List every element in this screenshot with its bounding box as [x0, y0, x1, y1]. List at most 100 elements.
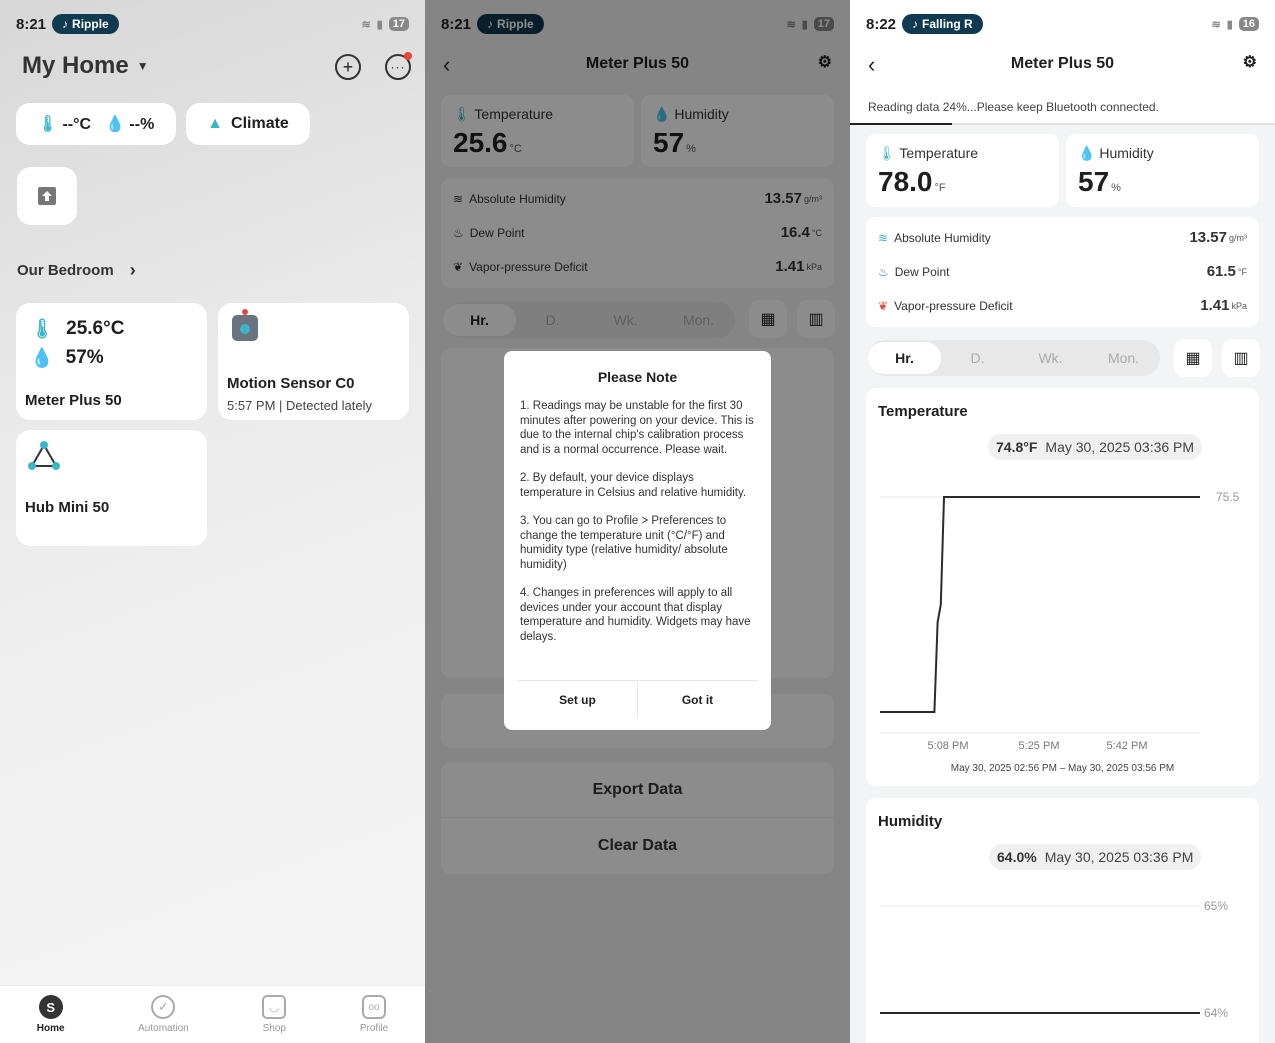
header: ‹ Meter Plus 50 ⚙ — [850, 48, 1275, 80]
tab-day[interactable]: D. — [941, 342, 1014, 374]
thermometer-icon: 🌡 — [878, 145, 896, 161]
status-icons: ≋ ▮ 16 — [1211, 17, 1259, 31]
bottom-nav: S Home ✓ Automation ◡ Shop oo Profile — [0, 985, 425, 1043]
notification-dot — [404, 52, 412, 60]
temperature-card: 🌡 Temperature 78.0 °F — [866, 134, 1059, 207]
progress-fill — [850, 123, 952, 125]
note-dialog: Please Note 1. Readings may be unstable … — [504, 351, 771, 730]
y-tick-label: 64% — [1204, 1006, 1228, 1020]
device-status: 5:57 PM | Detected lately — [227, 398, 373, 413]
dew-point-label: Dew Point — [894, 264, 950, 279]
climate-button[interactable]: ▲ Climate — [186, 103, 310, 145]
nav-profile[interactable]: oo Profile — [360, 995, 388, 1034]
tree-icon: ▲ — [207, 115, 224, 132]
tab-week[interactable]: Wk. — [1014, 342, 1087, 374]
reading-status: Reading data 24%...Please keep Bluetooth… — [868, 100, 1159, 114]
y-tick-label: 65% — [1204, 899, 1228, 913]
leaf-icon: ❦ — [878, 298, 889, 313]
temperature-chart[interactable]: 75.5 5:08 PM 5:25 PM 5:42 PM — [866, 388, 1259, 786]
thermometer-icon: 🌡 — [30, 319, 55, 340]
abs-humidity-unit: g/m³ — [1229, 232, 1247, 243]
dew-point-icon: ♨ — [878, 264, 889, 279]
device-screen-modal: 8:21 ♪ Ripple ≋ ▮ 17 ‹ Meter Plus 50 ⚙ 🌡 T… — [425, 0, 850, 1043]
nav-label: Profile — [359, 1023, 389, 1034]
battery-icon: 16 — [1238, 17, 1259, 31]
add-scene-button[interactable] — [17, 167, 77, 225]
device-temp: 25.6°C — [66, 318, 125, 339]
temperature-chart-card: Temperature 74.8°F May 30, 2025 03:36 PM … — [866, 388, 1259, 786]
signal-icon: ▮ — [1226, 18, 1233, 31]
climate-label: Climate — [231, 115, 289, 132]
droplet-icon: 💧 — [30, 348, 54, 369]
wifi-icon: ≋ — [1211, 18, 1221, 31]
nav-shop[interactable]: ◡ Shop — [262, 995, 287, 1034]
battery-icon: 17 — [388, 17, 409, 31]
check-icon: ✓ — [151, 995, 176, 1019]
dialog-body: 1. Readings may be unstable for the firs… — [520, 399, 755, 644]
abs-humidity-label: Absolute Humidity — [894, 230, 991, 245]
room-header[interactable]: Our Bedroom › — [17, 260, 136, 281]
temperature-value: 78.0 — [878, 166, 933, 197]
progress-track — [850, 123, 1275, 125]
home-screen: 8:21 ♪ Ripple ≋ ▮ 17 My Home ▼ + ··· 🌡 --°… — [0, 0, 425, 1043]
nav-label: Shop — [262, 1023, 286, 1034]
page-title: Meter Plus 50 — [1010, 55, 1115, 72]
abs-humidity-icon: ≋ — [878, 230, 889, 245]
media-title: Ripple — [72, 17, 109, 31]
got-it-button[interactable]: Got it — [638, 681, 757, 718]
media-pill[interactable]: ♪ Falling R — [902, 14, 983, 34]
device-name: Motion Sensor C0 — [227, 375, 355, 392]
weather-chip[interactable]: 🌡 --°C 💧 --% — [16, 103, 176, 145]
range-tabs: Hr. D. Wk. Mon. — [868, 340, 1160, 376]
humidity-card: 💧 Humidity 57% — [1066, 134, 1259, 207]
page-title: My Home — [22, 52, 129, 79]
temperature-line — [880, 496, 1200, 713]
temperature-unit: °F — [934, 182, 946, 194]
vpd-unit: kPa — [1231, 300, 1247, 311]
device-humidity: 57% — [65, 347, 104, 368]
temperature-label: Temperature — [899, 145, 979, 161]
device-detail-screen: 8:22 ♪ Falling R ≋ ▮ 16 ‹ Meter Plus 50 ⚙ … — [850, 0, 1275, 1043]
hub-icon — [28, 441, 60, 470]
status-bar: 8:22 ♪ Falling R ≋ ▮ 16 — [866, 12, 1259, 36]
droplet-icon: 💧 — [1078, 145, 1096, 161]
gear-icon[interactable]: ⚙ — [1243, 52, 1257, 72]
image-upload-icon — [38, 187, 56, 205]
thermometer-icon: 🌡 — [37, 116, 58, 133]
add-icon[interactable]: + — [335, 54, 361, 80]
humidity-unit: % — [1111, 182, 1121, 194]
device-card-hub[interactable]: Hub Mini 50 — [16, 430, 207, 546]
device-card-motion[interactable]: Motion Sensor C0 5:57 PM | Detected late… — [218, 303, 409, 420]
chart-range: May 30, 2025 02:56 PM – May 30, 2025 03:… — [950, 763, 1175, 774]
back-icon[interactable]: ‹ — [868, 52, 875, 78]
humidity-value: 57 — [1078, 166, 1110, 197]
note-item: 3. You can go to Profile > Preferences t… — [520, 515, 728, 571]
nav-home[interactable]: S Home — [37, 995, 65, 1034]
nav-label: Automation — [138, 1023, 189, 1034]
calendar-icon[interactable]: ▦ — [1174, 339, 1212, 377]
nav-automation[interactable]: ✓ Automation — [138, 995, 189, 1034]
note-item: 4. Changes in preferences will apply to … — [520, 587, 751, 643]
x-tick-label: 5:25 PM — [1019, 740, 1060, 752]
device-name: Meter Plus 50 — [25, 392, 122, 409]
metrics-card: ≋ Absolute Humidity 13.57 g/m³ ♨ Dew Point 61… — [866, 217, 1259, 327]
tab-month[interactable]: Mon. — [1087, 342, 1160, 374]
x-tick-label: 5:42 PM — [1107, 740, 1148, 752]
bar-chart-icon[interactable]: ▥ — [1222, 339, 1260, 377]
robot-icon: oo — [362, 995, 387, 1019]
room-name: Our Bedroom — [17, 262, 114, 279]
outdoor-humidity: --% — [129, 116, 155, 133]
device-card-meter[interactable]: 🌡 25.6°C 💧 57% Meter Plus 50 — [16, 303, 207, 420]
device-name: Hub Mini 50 — [25, 499, 110, 516]
home-selector[interactable]: My Home ▼ — [22, 52, 149, 80]
humidity-chart[interactable]: 65% 64% — [866, 798, 1259, 1043]
dialog-actions: Set up Got it — [518, 680, 757, 718]
outdoor-temp: --°C — [62, 116, 92, 133]
tab-hour[interactable]: Hr. — [868, 342, 941, 374]
nav-label: Home — [36, 1023, 65, 1034]
wifi-icon: ≋ — [361, 18, 371, 31]
chevron-right-icon: › — [129, 260, 136, 280]
dew-point-value: 61.5 — [1206, 263, 1236, 280]
media-pill[interactable]: ♪ Ripple — [52, 14, 119, 34]
setup-button[interactable]: Set up — [518, 681, 638, 718]
